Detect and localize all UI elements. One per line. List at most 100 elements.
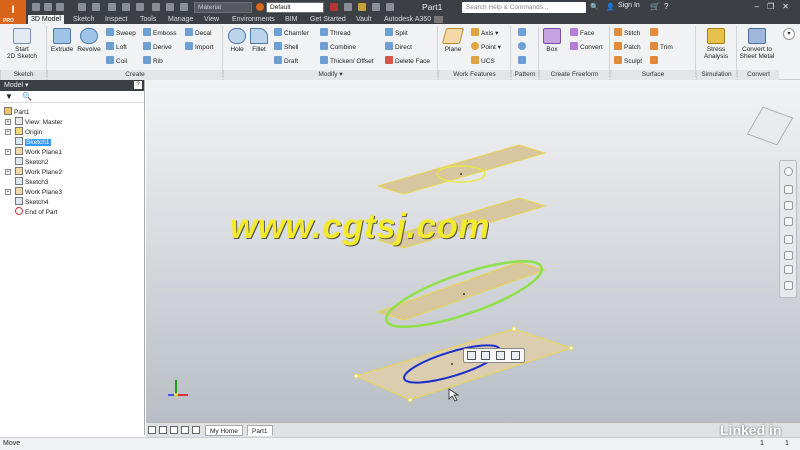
tab-part1[interactable]: Part1 xyxy=(247,425,273,436)
model-view[interactable] xyxy=(146,80,800,422)
tree-node-work-plane2[interactable]: Work Plane2 xyxy=(15,167,62,177)
expand-icon[interactable]: + xyxy=(5,129,11,135)
patch-button[interactable]: Patch xyxy=(614,42,641,52)
user-icon[interactable]: 👤 xyxy=(606,3,615,11)
material-dropdown[interactable]: Material xyxy=(194,2,252,13)
extend-button[interactable] xyxy=(650,56,660,66)
browser-title[interactable]: Model ▾ xyxy=(4,82,29,89)
box-button[interactable]: Box xyxy=(542,28,562,53)
tree-node-sketch2[interactable]: Sketch2 xyxy=(15,157,49,167)
home-icon[interactable] xyxy=(108,3,116,11)
tree-node-work-plane3[interactable]: Work Plane3 xyxy=(15,187,62,197)
window-controls[interactable]: –❐✕ xyxy=(755,2,797,11)
split-button[interactable]: Split xyxy=(385,28,408,38)
panel-simulation-label[interactable]: Simulation xyxy=(696,70,736,80)
tab-autodesk-a360[interactable]: Autodesk A360 xyxy=(381,15,434,24)
tab-inspect[interactable]: Inspect xyxy=(102,15,131,24)
direct-button[interactable]: Direct xyxy=(385,42,412,52)
look-at-icon[interactable] xyxy=(784,235,793,244)
grip-point[interactable] xyxy=(568,345,574,351)
loft-button[interactable]: Loft xyxy=(106,42,127,52)
work-plane-top[interactable] xyxy=(376,144,547,195)
new-icon[interactable] xyxy=(32,3,40,11)
tree-node-sketch4[interactable]: Sketch4 xyxy=(15,197,49,207)
tile-vertical-icon[interactable] xyxy=(159,426,167,434)
thicken-offset-button[interactable]: Thicken/ Offset xyxy=(320,56,374,66)
circular-pattern-button[interactable] xyxy=(518,42,528,52)
cascade-icon[interactable] xyxy=(170,426,178,434)
browser-help-icon[interactable]: ? xyxy=(134,81,142,89)
mini-toolbar-sketch-button[interactable] xyxy=(481,351,490,360)
point-button[interactable]: Point ▾ xyxy=(471,42,501,52)
tile-horizontal-icon[interactable] xyxy=(148,426,156,434)
expand-ribbon-icon[interactable]: ▾ xyxy=(783,28,795,40)
ribbon-toggle-icon[interactable] xyxy=(434,16,443,23)
panel-create-freeform-label[interactable]: Create Freeform xyxy=(539,70,609,80)
tab-3d-model[interactable]: 3D Model xyxy=(28,15,64,24)
sculpt-button[interactable]: Sculpt xyxy=(614,56,642,66)
draft-button[interactable]: Draft xyxy=(274,56,298,66)
expand-icon[interactable]: + xyxy=(5,169,11,175)
save-icon[interactable] xyxy=(56,3,64,11)
tab-vault[interactable]: Vault xyxy=(353,15,374,24)
mini-toolbar-edit-button[interactable] xyxy=(496,351,505,360)
rib-button[interactable]: Rib xyxy=(143,56,163,66)
ucs-button[interactable]: UCS xyxy=(471,56,495,66)
tree-node-sketch3[interactable]: Sketch3 xyxy=(15,177,49,187)
panel-pattern-label[interactable]: Pattern xyxy=(511,70,538,80)
trim-button[interactable]: Trim xyxy=(650,42,673,52)
panel-convert-label[interactable]: Convert xyxy=(737,70,779,80)
import-button[interactable]: Import xyxy=(185,42,213,52)
mini-toolbar-finish-button[interactable] xyxy=(511,351,520,360)
mirror-button[interactable] xyxy=(518,56,528,66)
shell-button[interactable]: Shell xyxy=(274,42,298,52)
panel-work-features-label[interactable]: Work Features xyxy=(438,70,510,80)
tree-node-sketch1[interactable]: Sketch1 xyxy=(15,137,51,147)
fx-icon[interactable] xyxy=(372,3,380,11)
arrange-icon[interactable] xyxy=(181,426,189,434)
clear-appearance-icon[interactable] xyxy=(330,3,338,11)
help-search-icon[interactable]: 🔍 xyxy=(590,3,599,11)
tree-node-origin[interactable]: Origin xyxy=(15,127,42,137)
sweep-button[interactable]: Sweep xyxy=(106,28,136,38)
sketch1-plane[interactable] xyxy=(354,328,573,401)
cart-icon[interactable]: 🛒 xyxy=(650,2,660,11)
zoom-window-icon[interactable] xyxy=(784,265,793,274)
tab-get-started[interactable]: Get Started xyxy=(307,15,349,24)
tree-node-work-plane1[interactable]: Work Plane1 xyxy=(15,147,62,157)
expand-icon[interactable]: + xyxy=(5,119,11,125)
decal-button[interactable]: Decal xyxy=(185,28,212,38)
customize-icon[interactable] xyxy=(386,3,394,11)
expand-icon[interactable]: + xyxy=(5,149,11,155)
derive-button[interactable]: Derive xyxy=(143,42,172,52)
measure-icon[interactable] xyxy=(152,3,160,11)
delete-face-button[interactable]: Delete Face xyxy=(385,56,430,66)
orbit-icon[interactable] xyxy=(784,217,793,226)
thread-button[interactable]: Thread xyxy=(320,28,351,38)
plane-button[interactable]: Plane xyxy=(441,28,465,53)
tree-node-view-master[interactable]: View: Master xyxy=(15,117,62,127)
tab-sketch[interactable]: Sketch xyxy=(70,15,97,24)
select-icon[interactable] xyxy=(136,3,144,11)
stress-analysis-button[interactable]: Stress Analysis xyxy=(699,28,733,60)
panel-create-label[interactable]: Create xyxy=(47,70,222,80)
tab-tools[interactable]: Tools xyxy=(137,15,159,24)
update-icon[interactable] xyxy=(122,3,130,11)
revolve-button[interactable]: Revolve xyxy=(76,28,102,53)
start-2d-sketch-button[interactable]: Start 2D Sketch xyxy=(6,28,38,60)
menu-icon[interactable] xyxy=(192,426,200,434)
application-menu-button[interactable]: I PRO xyxy=(0,0,26,24)
tab-view[interactable]: View xyxy=(201,15,222,24)
convert-button[interactable]: Convert xyxy=(570,42,603,52)
tab-manage[interactable]: Manage xyxy=(165,15,196,24)
find-icon[interactable]: 🔍 xyxy=(22,92,32,101)
graphics-canvas[interactable] xyxy=(146,80,800,422)
emboss-button[interactable]: Emboss xyxy=(143,28,176,38)
mini-toolbar-handle[interactable] xyxy=(467,351,476,360)
fillet-button[interactable]: Fillet xyxy=(249,28,269,53)
surface-extra-button[interactable] xyxy=(650,28,660,38)
panel-modify-label[interactable]: Modify ▾ xyxy=(223,70,437,80)
filter-icon[interactable]: ▼ xyxy=(5,92,13,101)
panel-sketch-label[interactable]: Sketch xyxy=(0,70,46,80)
sign-in-link[interactable]: Sign In xyxy=(618,2,640,9)
